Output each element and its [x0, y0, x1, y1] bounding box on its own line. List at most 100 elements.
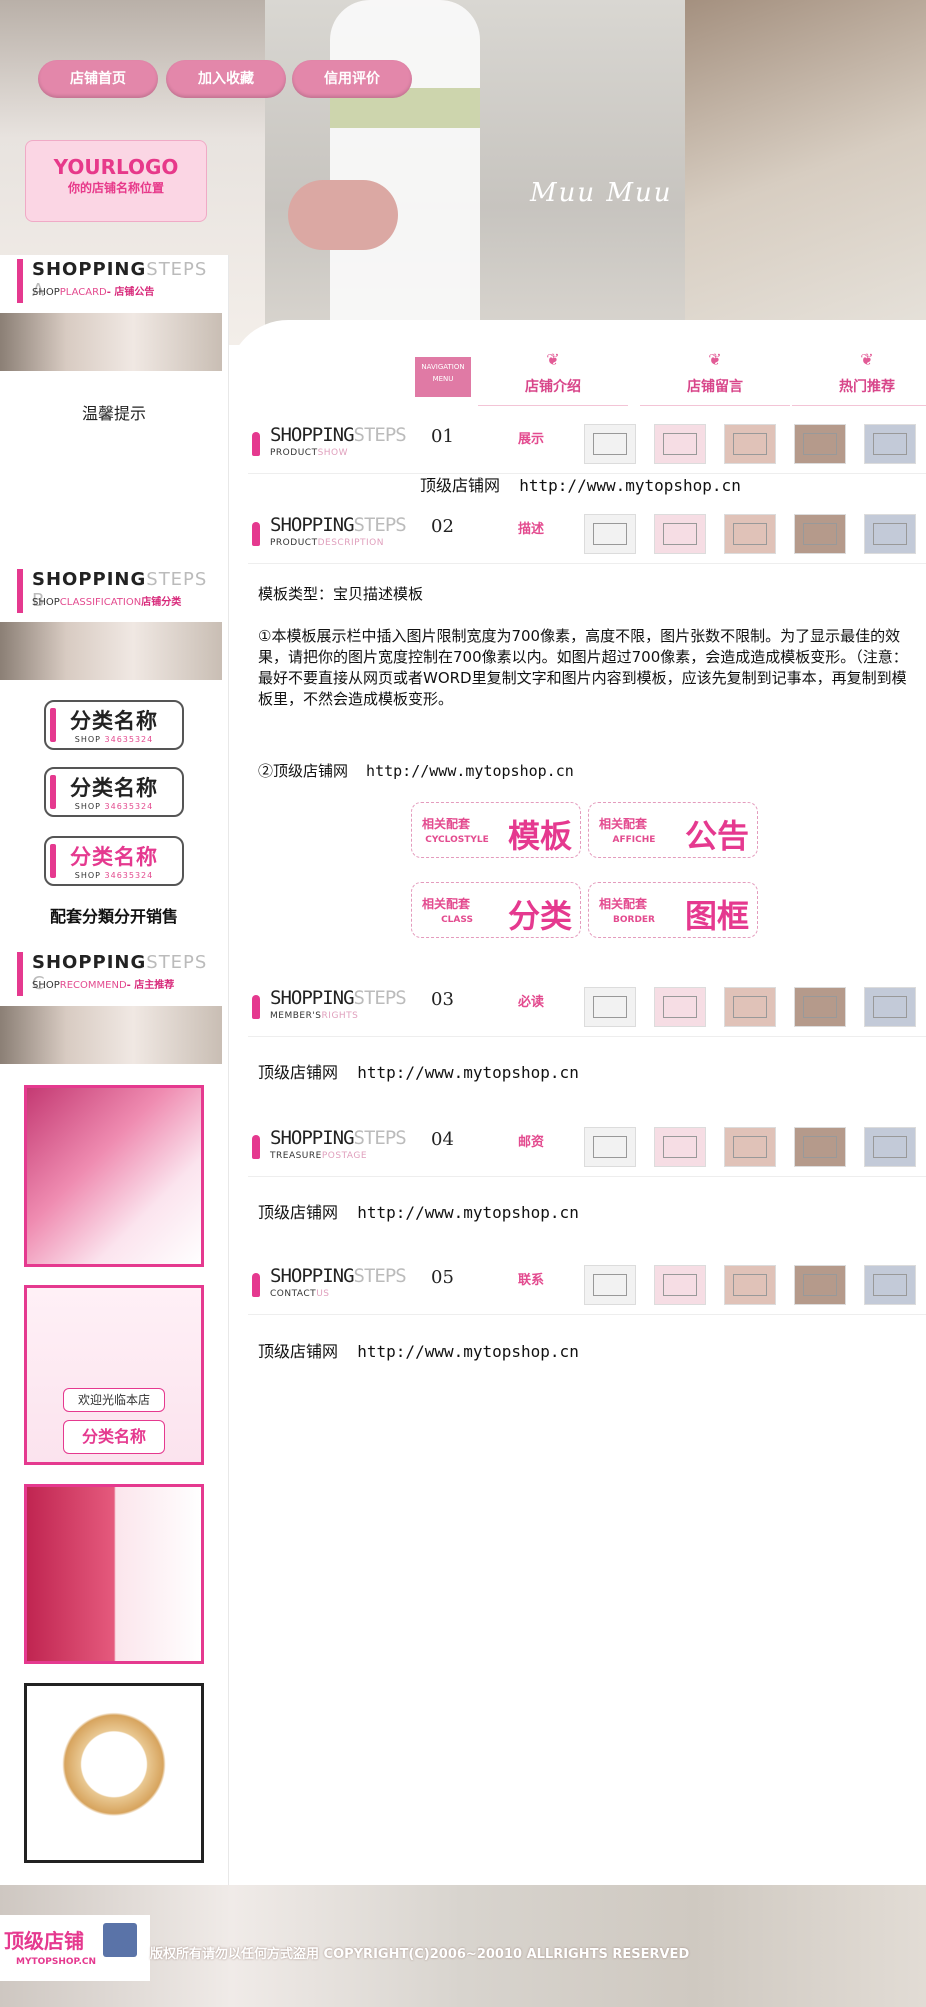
ornament-icon: ❦ [860, 350, 874, 369]
tag-prefix: 相关配套 [422, 897, 471, 911]
section-thumbnails [584, 983, 926, 1031]
thumbnail[interactable] [584, 1127, 636, 1167]
header-title-dark: SHOPPING [32, 569, 147, 590]
thumbnail[interactable] [654, 1127, 706, 1167]
category-name: 分类名称 [70, 845, 158, 869]
thumbnail[interactable] [724, 987, 776, 1027]
header-sub-pink: RECOMMEND [59, 980, 127, 991]
thumbnail[interactable] [654, 424, 706, 464]
thumbnail[interactable] [724, 424, 776, 464]
thumbnail[interactable] [724, 1127, 776, 1167]
related-tag-affiche[interactable]: 相关配套 AFFICHE 公告 [588, 802, 758, 858]
category-code-number: 34635324 [104, 802, 154, 811]
sidebar-photo-strip [0, 1006, 222, 1064]
category-button[interactable]: 分类名称 SHOP 34635324 [44, 767, 184, 817]
recommend-thumbnail[interactable]: 欢迎光临本店 分类名称 [24, 1285, 204, 1465]
section-sub-dark: MEMBER'S [270, 1011, 322, 1021]
section-header-03: SHOPPINGSTEPS 03 MEMBER'SRIGHTS 必读 [248, 981, 926, 1037]
section-text: 顶级店铺网 http://www.mytopshop.cn [420, 476, 741, 495]
recommend-thumbnail[interactable] [24, 1484, 204, 1664]
template-instructions: ①本模板展示栏中插入图片限制宽度为700像素，高度不限，图片张数不限制。为了显示… [258, 627, 908, 708]
category-name: 分类名称 [70, 776, 158, 800]
tag-en: BORDER [613, 915, 655, 925]
sidebar-photo-strip [0, 313, 222, 371]
category-note: 配套分類分开销售 [49, 907, 178, 926]
section-thumbnails [584, 420, 926, 468]
thumbnail[interactable] [584, 424, 636, 464]
tag-word: 图框 [684, 897, 749, 935]
header-sub-pink: CLASSIFICATION [59, 597, 142, 608]
section-thumbnails [584, 1261, 926, 1309]
category-button[interactable]: 分类名称 SHOP 34635324 [44, 700, 184, 750]
recommend-thumbnail[interactable] [24, 1085, 204, 1267]
section-title-light: STEPS [353, 987, 407, 1009]
sidebar-photo-strip [0, 622, 222, 680]
thumbnail[interactable] [794, 424, 846, 464]
shop-logo[interactable]: YOURLOGO 你的店铺名称位置 [25, 140, 207, 222]
section-title-dark: SHOPPING [270, 514, 355, 536]
tab-label: 店铺介绍 [525, 379, 581, 395]
nav-home-button[interactable]: 店铺首页 [38, 60, 158, 98]
section-title-dark: SHOPPING [270, 1265, 355, 1287]
section-header-01: SHOPPINGSTEPS 01 PRODUCTSHOW 展示 [248, 418, 926, 474]
template-type-text: 模板类型：宝贝描述模板 [258, 585, 424, 603]
thumbnail[interactable] [864, 514, 916, 554]
footer-logo[interactable]: 顶级店铺 MYTOPSHOP.CN [0, 1915, 150, 1981]
section-header-02: SHOPPINGSTEPS 02 PRODUCTDESCRIPTION 描述 [248, 508, 926, 564]
brand-watermark: Muu Muu [530, 178, 673, 208]
thumbnail[interactable] [584, 987, 636, 1027]
header-title-dark: SHOPPING [32, 259, 147, 280]
tab-shop-message[interactable]: ❦ 店铺留言 [640, 350, 790, 406]
tag-en: CLASS [441, 915, 473, 925]
promo-category: 分类名称 [63, 1420, 165, 1454]
thumbnail[interactable] [864, 424, 916, 464]
nav-rating-button[interactable]: 信用评价 [292, 60, 412, 98]
sidebar-header-classification: SHOPPINGSTEPS B SHOPCLASSIFICATION店铺分类 [12, 565, 222, 615]
thumbnail[interactable] [724, 1265, 776, 1305]
footer-logo-cn: 顶级店铺 [4, 1929, 84, 1953]
tag-word: 模板 [507, 817, 572, 855]
recommend-thumbnail[interactable] [24, 1683, 204, 1863]
related-tag-template[interactable]: 相关配套 CYCLOSTYLE 模板 [411, 802, 581, 858]
related-tag-class[interactable]: 相关配套 CLASS 分类 [411, 882, 581, 938]
thumbnail[interactable] [584, 1265, 636, 1305]
tab-label: 热门推荐 [839, 379, 895, 395]
thumbnail[interactable] [794, 1265, 846, 1305]
tab-hot-recommend[interactable]: ❦ 热门推荐 [792, 350, 926, 406]
thumbnail[interactable] [794, 1127, 846, 1167]
section-title-light: STEPS [353, 1265, 407, 1287]
logo-title: YOURLOGO [53, 155, 179, 179]
tab-shop-intro[interactable]: ❦ 店铺介绍 [478, 350, 628, 406]
section-number: 05 [431, 1267, 454, 1288]
related-tag-border[interactable]: 相关配套 BORDER 图框 [588, 882, 758, 938]
header-sub-cn: - 店主推荐 [126, 980, 175, 991]
thumbnail[interactable] [864, 1127, 916, 1167]
thumbnail[interactable] [724, 514, 776, 554]
section-title-light: STEPS [353, 424, 407, 446]
thumbnail[interactable] [794, 514, 846, 554]
section-header-04: SHOPPINGSTEPS 04 TREASUREPOSTAGE 邮资 [248, 1121, 926, 1177]
section-sub-pink: RIGHTS [321, 1011, 359, 1021]
thumbnail[interactable] [864, 987, 916, 1027]
thumbnail[interactable] [654, 514, 706, 554]
thumbnail[interactable] [864, 1265, 916, 1305]
nav-favorite-button[interactable]: 加入收藏 [166, 60, 286, 98]
thumbnail[interactable] [794, 987, 846, 1027]
thumbnail[interactable] [654, 1265, 706, 1305]
section-text: 顶级店铺网 http://www.mytopshop.cn [258, 1063, 579, 1082]
section-header-05: SHOPPINGSTEPS 05 CONTACTUS 联系 [248, 1259, 926, 1315]
section-number: 03 [431, 989, 454, 1010]
thumbnail[interactable] [654, 987, 706, 1027]
section-sub-pink: US [316, 1289, 330, 1299]
section-number: 04 [431, 1129, 454, 1150]
navigation-menu-label: NAVIGATION MENU [415, 357, 471, 397]
thumbnail[interactable] [584, 514, 636, 554]
section-text: 顶级店铺网 http://www.mytopshop.cn [258, 1203, 579, 1222]
handbag-image [288, 180, 398, 250]
tag-prefix: 相关配套 [599, 817, 648, 831]
category-button[interactable]: 分类名称 SHOP 34635324 [44, 836, 184, 886]
section-text: 顶级店铺网 http://www.mytopshop.cn [258, 1342, 579, 1361]
footer-copyright: 版权所有请勿以任何方式盗用 COPYRIGHT(C)2006~20010 ALL… [150, 1947, 690, 1962]
footer-banner: 顶级店铺 MYTOPSHOP.CN 版权所有请勿以任何方式盗用 COPYRIGH… [0, 1885, 926, 2007]
category-code-number: 34635324 [104, 871, 154, 880]
